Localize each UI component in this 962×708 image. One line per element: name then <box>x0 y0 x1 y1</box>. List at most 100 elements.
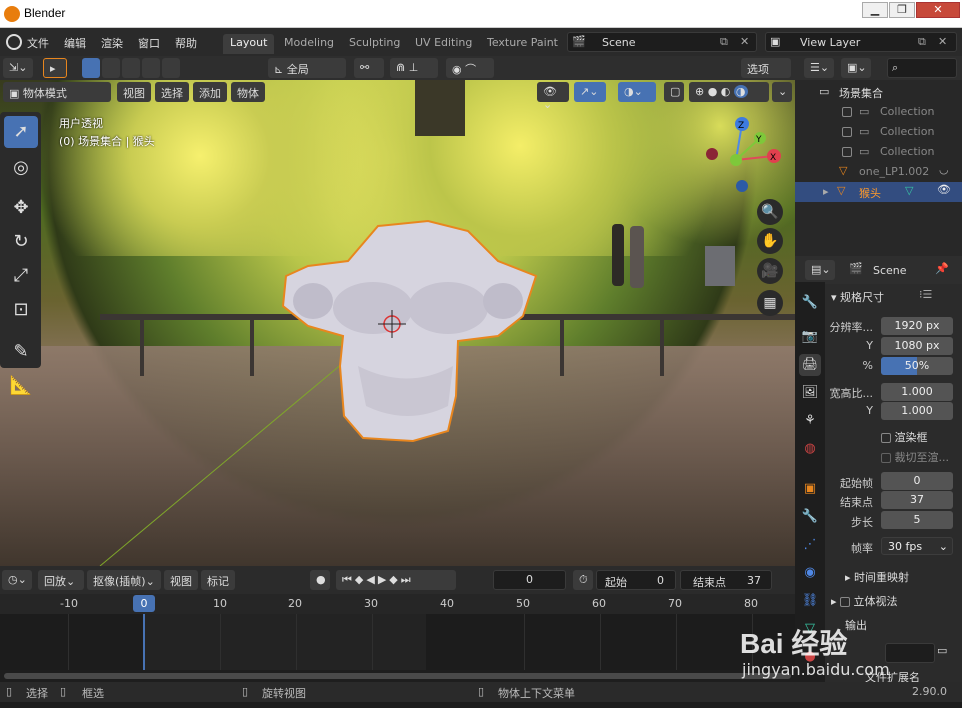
object-mode-dropdown[interactable]: ▣ 物体模式 <box>3 82 111 102</box>
pin-icon[interactable]: 📌 <box>935 262 949 275</box>
frame-rate-dropdown[interactable]: 30 fps ⌄ <box>881 537 953 555</box>
suzanne-monkey-object[interactable] <box>278 216 540 446</box>
format-panel-header[interactable]: ▾ 规格尺寸 <box>831 289 884 305</box>
select-subtract-icon[interactable] <box>122 58 140 78</box>
end-frame-field[interactable]: 结束点 37 <box>680 570 772 590</box>
transform-pivot-icon[interactable]: ⇲⌄ <box>3 58 33 78</box>
presets-icon[interactable]: ⁝☰ <box>919 288 932 301</box>
output-path-input[interactable] <box>885 643 935 663</box>
tab-texture-paint[interactable]: Texture Paint <box>480 34 565 54</box>
menu-object[interactable]: 物体 <box>231 82 265 102</box>
timeline-view-menu[interactable]: 视图 <box>164 570 198 590</box>
collection-checkbox[interactable] <box>842 127 852 137</box>
current-frame-field[interactable]: 0 <box>493 570 566 590</box>
select-intersect-icon[interactable] <box>162 58 180 78</box>
scene-tab-icon[interactable]: ⚘ <box>799 410 821 432</box>
constraints-tab-icon[interactable]: ⛓ <box>799 590 821 612</box>
menu-select[interactable]: 选择 <box>155 82 189 102</box>
zoom-icon[interactable]: 🔍 <box>757 199 783 225</box>
pan-hand-icon[interactable]: ✋ <box>757 228 783 254</box>
annotate-tool-icon[interactable]: ✎ <box>4 336 38 368</box>
shading-dropdown-icon[interactable]: ⌄ <box>772 82 792 102</box>
scale-tool-icon[interactable]: ⤢ <box>4 260 38 292</box>
transform-tool-icon[interactable]: ⊡ <box>4 294 38 326</box>
output-tab-icon[interactable]: 🖨 <box>799 354 821 376</box>
menu-view[interactable]: 视图 <box>117 82 151 102</box>
transform-orientation-dropdown[interactable]: ⊾ 全局 <box>268 58 346 78</box>
tab-modeling[interactable]: Modeling <box>277 34 341 54</box>
scrollbar-thumb[interactable] <box>4 673 791 679</box>
maximize-button[interactable]: ❐ <box>889 2 915 18</box>
outliner-item[interactable]: ▭ Collection <box>795 102 962 122</box>
stereoscopy-checkbox[interactable] <box>840 597 851 607</box>
camera-view-icon[interactable]: 🎥 <box>757 258 783 284</box>
cursor-tool-icon[interactable]: ◎ <box>4 152 38 184</box>
new-scene-icon[interactable]: ⧉ <box>720 35 728 49</box>
playback-controls[interactable]: ⏮◆◀▶◆⏭ <box>336 570 456 590</box>
options-dropdown[interactable]: 选项 <box>741 58 791 78</box>
view-layer-selector[interactable]: ▣ View Layer ⧉ ✕ <box>765 32 957 52</box>
resolution-y-field[interactable]: 1080 px <box>881 337 953 355</box>
playhead-frame[interactable]: 0 <box>133 595 155 612</box>
select-invert-icon[interactable] <box>142 58 160 78</box>
start-frame-field[interactable]: 起始 0 <box>596 570 676 590</box>
select-new-icon[interactable] <box>82 58 100 78</box>
view-layer-tab-icon[interactable]: 🖼 <box>799 382 821 404</box>
frame-end-field[interactable]: 37 <box>881 491 953 509</box>
delete-scene-icon[interactable]: ✕ <box>740 35 749 48</box>
hidden-eye-icon[interactable]: ◡ <box>939 163 949 176</box>
shading-modes[interactable]: ⊕ ● ◐ ◑ <box>689 82 769 102</box>
resolution-x-field[interactable]: 1920 px <box>881 317 953 335</box>
tab-sculpting[interactable]: Sculpting <box>342 34 407 54</box>
aspect-x-field[interactable]: 1.000 <box>881 383 953 401</box>
menu-edit[interactable]: 编辑 <box>64 35 86 51</box>
outliner-item-selected[interactable]: ▸ ▽ 猴头 ▽ 👁 <box>795 182 962 202</box>
tool-tab-icon[interactable]: 🔧 <box>799 292 821 314</box>
move-tool-icon[interactable]: ✥ <box>4 192 38 224</box>
new-view-layer-icon[interactable]: ⧉ <box>918 35 926 49</box>
menu-file[interactable]: 文件 <box>27 35 49 51</box>
timeline-editor-type-icon[interactable]: ◷⌄ <box>2 570 32 590</box>
collection-checkbox[interactable] <box>842 147 852 157</box>
outliner-item[interactable]: ▭ Collection <box>795 142 962 162</box>
timeline-marker-menu[interactable]: 标记 <box>201 570 235 590</box>
scene-selector[interactable]: 🎬 Scene ⧉ ✕ <box>567 32 757 52</box>
visibility-icon[interactable]: 👁⌄ <box>537 82 569 111</box>
visibility-eye-icon[interactable]: 👁 <box>937 183 951 196</box>
collection-checkbox[interactable] <box>842 107 852 117</box>
measure-tool-icon[interactable]: 📐 <box>4 370 38 402</box>
select-cursor-tool-icon[interactable]: ➚ <box>4 116 38 148</box>
menu-window[interactable]: 窗口 <box>138 35 160 51</box>
tab-uv-editing[interactable]: UV Editing <box>408 34 479 54</box>
particles-tab-icon[interactable]: ⋰ <box>799 534 821 556</box>
frame-start-field[interactable]: 0 <box>881 472 953 490</box>
close-button[interactable]: ✕ <box>916 2 960 18</box>
delete-view-layer-icon[interactable]: ✕ <box>938 35 947 48</box>
timeline-ruler[interactable]: -10 0 10 20 30 40 50 60 70 80 <box>0 594 795 614</box>
render-tab-icon[interactable]: 📷 <box>799 326 821 348</box>
select-extend-icon[interactable] <box>102 58 120 78</box>
expand-arrow-icon[interactable]: ▸ <box>823 185 829 198</box>
properties-editor-type-icon[interactable]: ▤⌄ <box>805 260 835 280</box>
xray-icon[interactable]: ▢ <box>664 82 684 102</box>
stereoscopy-panel[interactable]: ▸ 立体视法 <box>831 593 898 609</box>
rotate-tool-icon[interactable]: ↻ <box>4 226 38 258</box>
outliner-item[interactable]: ▭ Collection <box>795 122 962 142</box>
proportional-edit-icon[interactable]: ◉ ⌒ <box>446 58 494 78</box>
crop-toggle[interactable]: 裁切至渲... <box>881 449 949 465</box>
frame-step-field[interactable]: 5 <box>881 511 953 529</box>
menu-help[interactable]: 帮助 <box>175 35 197 51</box>
editor-type-icon[interactable]: ☰⌄ <box>804 58 834 78</box>
outliner-item[interactable]: ▽ one_LP1.002 ◡ <box>795 162 962 182</box>
folder-icon[interactable]: ▭ <box>937 644 947 657</box>
pivot-point-icon[interactable]: ⚯ <box>354 58 384 78</box>
navigation-gizmo[interactable]: Z X Y <box>700 116 790 196</box>
physics-tab-icon[interactable]: ◉ <box>799 562 821 584</box>
output-panel[interactable]: 输出 <box>845 617 867 633</box>
tab-layout[interactable]: Layout <box>223 34 275 54</box>
crop-checkbox[interactable] <box>881 453 891 463</box>
resolution-percent-slider[interactable]: 50% <box>881 357 953 375</box>
outliner-search-input[interactable]: ⌕ <box>887 58 957 78</box>
stopwatch-icon[interactable]: ⏱ <box>573 570 593 590</box>
menu-add[interactable]: 添加 <box>193 82 227 102</box>
